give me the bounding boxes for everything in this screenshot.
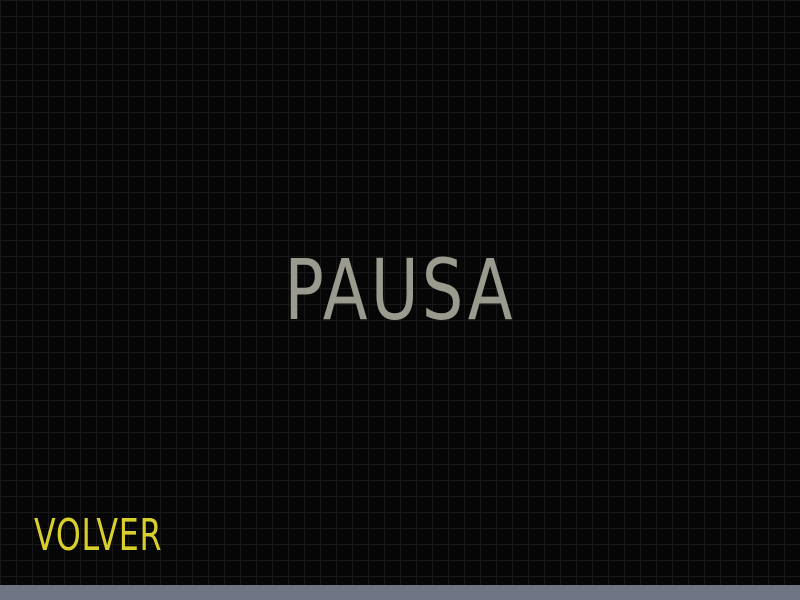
back-button[interactable]: VOLVER — [34, 514, 162, 558]
pause-screen: PAUSA VOLVER — [0, 0, 800, 600]
bottom-bar — [0, 585, 800, 600]
pause-title: PAUSA — [284, 241, 516, 339]
